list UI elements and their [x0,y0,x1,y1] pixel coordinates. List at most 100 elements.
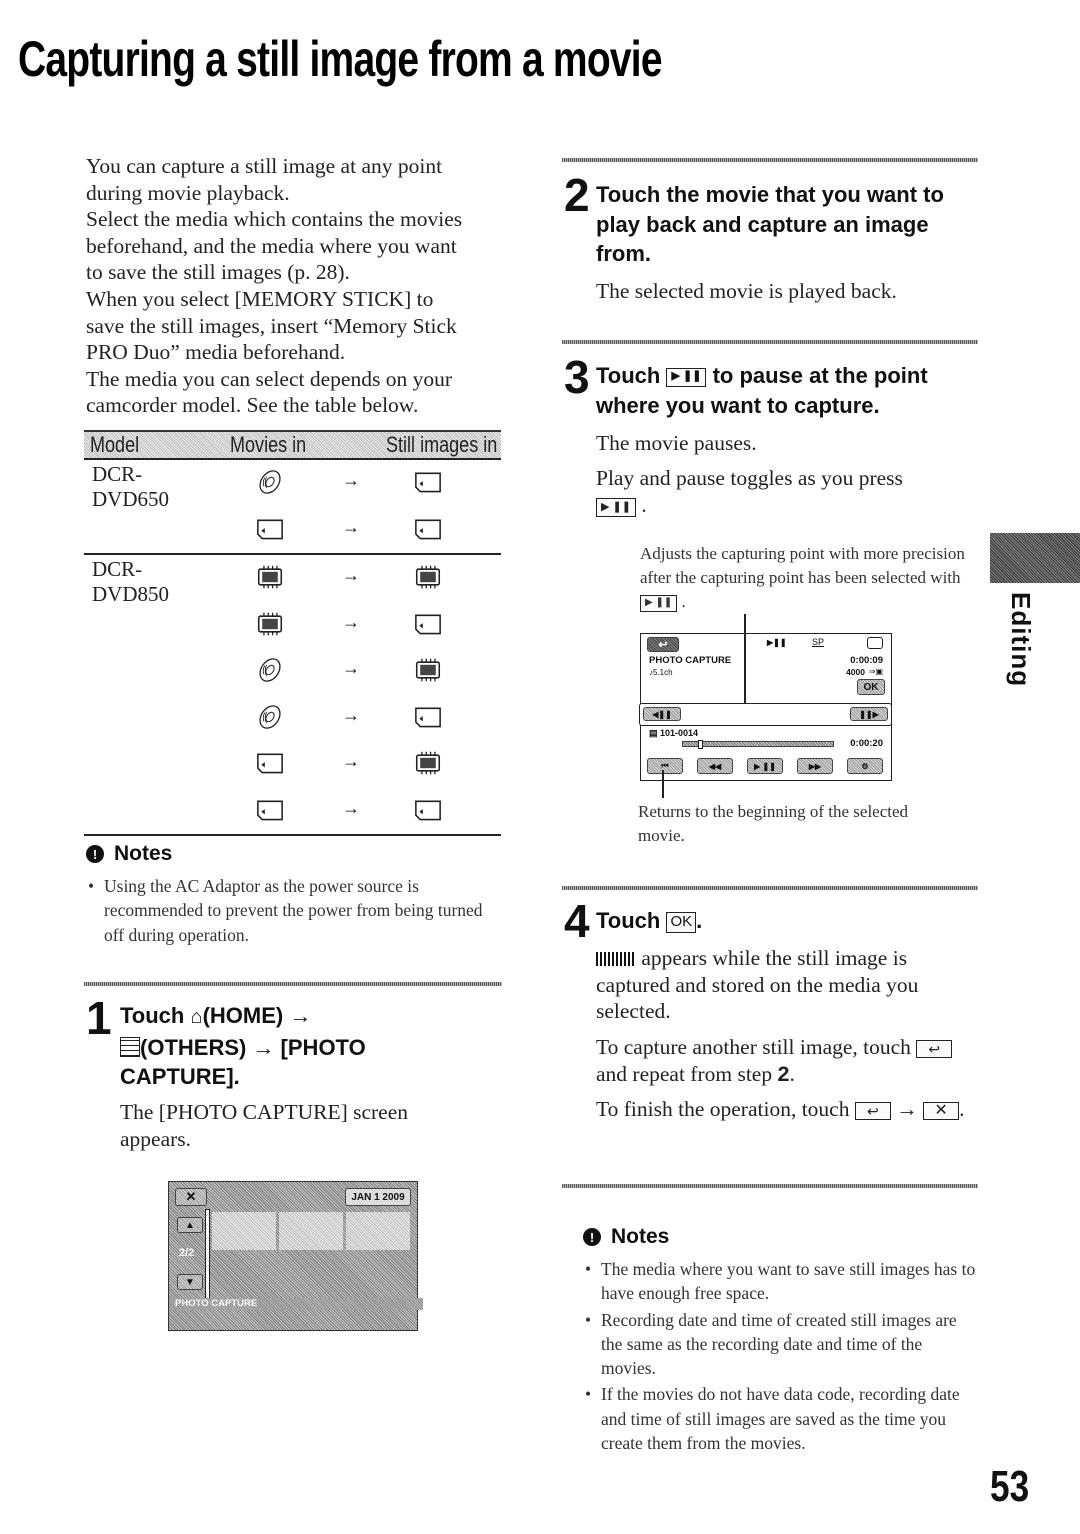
play-state-icon: ▶❚❚ [767,638,787,647]
disc-icon [254,469,286,500]
body-text: Play and pause toggles as you press [596,466,903,490]
close-button[interactable]: ✕ [175,1188,207,1206]
step-1-body: The [PHOTO CAPTURE] screen appears. [120,1100,409,1151]
rewind-button[interactable]: ◀◀ [697,758,733,774]
model-group: DCR- DVD650 → → [84,460,501,553]
arrow: → [342,658,360,678]
ok-button[interactable]: OK [857,679,885,695]
page-title: Capturing a still image from a movie [18,31,663,87]
table-row: → [84,788,501,835]
callout-line [662,770,664,798]
memory-stick-icon [254,516,286,547]
intro-line: When you select [MEMORY STICK] to [86,286,434,311]
step-4-body-3: To finish the operation, touch ↩ → ✕. [596,1097,965,1121]
step-number: 4 [564,895,590,947]
quality-label: SP [812,637,825,647]
arrow: → [342,565,360,585]
progress-bars-icon [596,952,636,966]
col-header-model: Model [90,432,140,457]
arrow: → [342,516,360,537]
screen-footer: PHOTO CAPTURE [169,1298,423,1310]
page-number: 53 [990,1462,1030,1511]
scroll-up-button[interactable]: ▲ [177,1217,203,1233]
heading-text: (HOME) → [202,1003,312,1028]
table-row: DCR- DVD850 → [84,555,501,606]
step-1-heading: Touch ⌂(HOME) → (OTHERS) → [PHOTO CAPTUR… [120,1001,510,1092]
body-text: To capture another still image, touch [596,1035,911,1059]
body-text: appears while the still image is capture… [596,946,919,1024]
photo-capture-screen: ✕ JAN 1 2009 ▲ 2/2 ▼ PHOTO CAPTURE [168,1181,423,1331]
heading-text: Touch [120,1003,185,1028]
fast-forward-button[interactable]: ▶▶ [797,758,833,774]
model-name: DCR- DVD650 [92,462,169,512]
section-divider [562,158,978,162]
audio-label: ♪5.1ch [649,668,673,677]
intro-line: beforehand, and the media where you want [86,233,457,258]
memory-stick-icon [412,611,444,642]
return-to-start-button[interactable]: ⏮ [647,758,683,774]
intro-line: to save the still images (p. 28). [86,260,350,285]
memory-stick-icon [412,516,444,547]
intro-paragraph: You can capture a still image at any poi… [86,153,516,419]
scrollbar[interactable] [205,1209,210,1301]
step-number: 2 [564,169,590,221]
step-reference: 2 [777,1061,790,1086]
callout-return-start: Returns to the beginning of the selected… [638,802,909,845]
notes-icon: ! [86,845,104,863]
heading-text: CAPTURE]. [120,1064,240,1089]
scroll-down-button[interactable]: ▼ [177,1274,203,1290]
play-pause-icon: ▶ ❚❚ [640,594,678,612]
col-header-movies-in: Movies in [230,432,307,457]
table-row: → [84,648,501,695]
mode-label: PHOTO CAPTURE [649,655,732,666]
table-row: → [84,695,501,742]
file-number-text: 101-0014 [660,728,699,738]
disc-icon [254,657,286,688]
frame-back-button[interactable]: ◀❚❚ [643,707,681,721]
model-name-line: DCR- [92,462,143,486]
return-icon: ↩ [854,1102,891,1121]
internal-memory-icon [254,564,286,595]
notes-heading-text: Notes [611,1225,670,1248]
progress-bar[interactable] [682,740,834,749]
remaining-shots: 4000 [846,667,865,677]
table-row: DCR- DVD650 → [84,460,501,511]
section-divider [84,982,502,986]
note-item: Recording date and time of created still… [583,1308,978,1381]
frame-forward-button[interactable]: ❚❚▶ [850,707,888,721]
step-2-heading: Touch the movie that you want to play ba… [596,182,944,266]
file-number: ▤ 101-0014 [649,728,698,739]
play-pause-icon: ▶ ❚❚ [666,367,707,387]
elapsed-time: 0:00:09 [850,655,883,666]
section-tab-label: Editing [1006,592,1036,688]
memory-stick-icon [412,797,444,828]
arrow: → [342,751,360,771]
section-divider [562,1184,978,1188]
table-bottom-rule [84,834,501,836]
arrow: → [342,470,360,490]
note-item: Using the AC Adaptor as the power source… [86,874,506,947]
section-divider [562,340,978,344]
thumbnail[interactable] [346,1212,410,1250]
total-time: 0:00:20 [850,738,883,749]
play-pause-button[interactable]: ▶ ❚❚ [747,758,783,774]
options-button[interactable]: ⚙ [847,758,883,774]
progress-thumb[interactable] [698,740,703,749]
table-row: → [84,507,501,554]
back-button[interactable]: ↩ [647,637,679,652]
step-3-body-1: The movie pauses. [596,431,757,455]
intro-line: during movie playback. [86,180,290,205]
table-row: → [84,602,501,649]
home-icon: ⌂ [190,1006,203,1028]
thumbnail[interactable] [279,1212,343,1250]
thumbnail[interactable] [212,1212,276,1250]
page-indicator: 2/2 [179,1247,195,1259]
section-tab-marker [990,533,1080,583]
notes-heading: ! Notes [583,1225,978,1249]
step-3-heading: Touch ▶ ❚❚ to pause at the point where y… [596,361,980,420]
step-4-body-1: appears while the still image is capture… [596,945,976,1025]
heading-text: (OTHERS) → [PHOTO [140,1034,366,1060]
notes-heading: ! Notes [86,842,506,866]
internal-memory-icon [867,637,883,649]
step-4-heading: Touch OK. [596,908,703,933]
